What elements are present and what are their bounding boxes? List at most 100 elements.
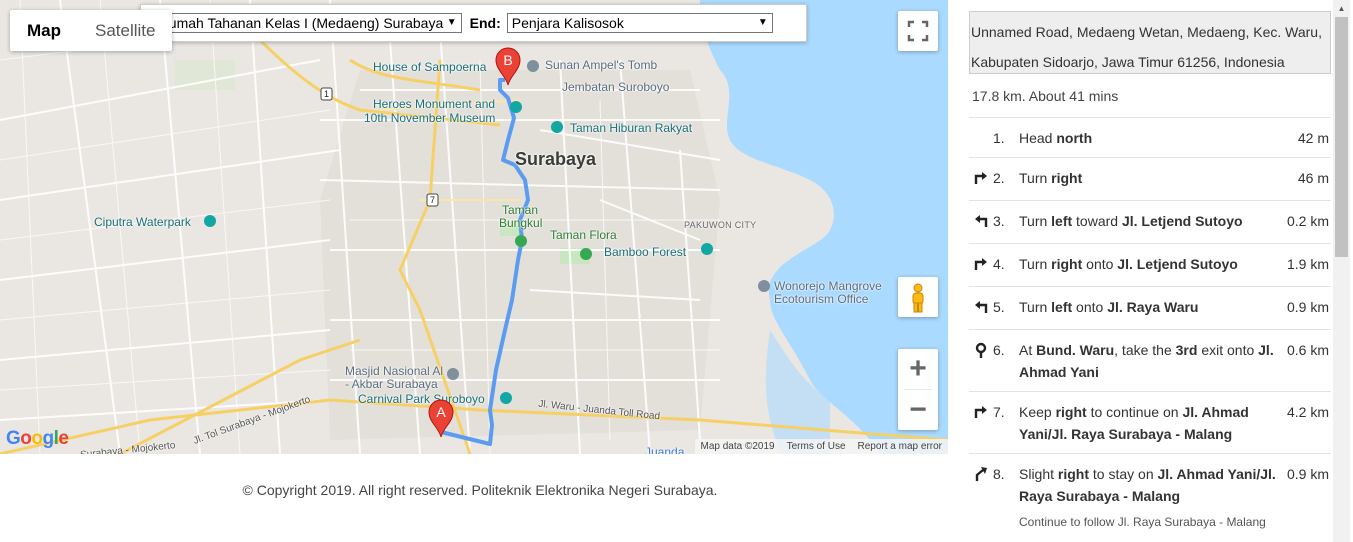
step-number: 6. <box>993 329 1019 392</box>
map-type-control: Map Satellite <box>10 10 173 51</box>
step-instruction: Slight right to stay on Jl. Ahmad Yani/J… <box>1019 453 1281 541</box>
step-instruction: Head north <box>1019 117 1281 158</box>
logo-letter: e <box>58 428 69 449</box>
poi-label-taman-flora[interactable]: Taman Flora <box>550 228 617 242</box>
step-instruction: Keep right to continue on Jl. Ahmad Yani… <box>1019 391 1281 454</box>
scroll-up-arrow-icon[interactable]: ▲ <box>1333 0 1350 17</box>
step-note: Continue to follow Jl. Raya Surabaya - M… <box>1019 515 1266 529</box>
start-select[interactable]: Rumah Tahanan Kelas I (Medaeng) Surabaya… <box>153 13 462 33</box>
map-canvas[interactable]: 1 7 House of Sampoerna Sunan Ampel's Tom… <box>0 0 948 454</box>
map-type-satellite-tab[interactable]: Satellite <box>78 10 172 51</box>
step-number: 4. <box>993 243 1019 287</box>
roundabout-icon <box>975 342 987 358</box>
step-distance: 46 m <box>1281 157 1331 201</box>
step-number: 2. <box>993 157 1019 201</box>
step-icon-cell <box>969 200 993 244</box>
logo-letter: o <box>31 428 43 449</box>
poi-label-bamboo[interactable]: Bamboo Forest <box>604 245 686 259</box>
end-label: End: <box>469 15 501 31</box>
slight-right-icon <box>975 467 987 481</box>
step-distance: 0.2 km <box>1281 200 1331 244</box>
poi-label-taman-bungkul-2[interactable]: Bungkul <box>499 216 542 230</box>
fullscreen-button[interactable] <box>898 11 938 51</box>
step-instruction: Turn right <box>1019 157 1281 201</box>
street-view-pegman-button[interactable] <box>898 277 938 317</box>
poi-label-wonorejo-2[interactable]: Ecotourism Office <box>774 292 868 306</box>
step-icon-cell <box>969 157 993 201</box>
logo-letter: G <box>6 428 21 449</box>
map-data-credit: Map data ©2019 <box>700 441 775 452</box>
step-icon-cell <box>969 391 993 454</box>
poi-label-sunan-ampel[interactable]: Sunan Ampel's Tomb <box>545 58 657 72</box>
turn-right-icon <box>974 258 987 270</box>
map-type-map-tab[interactable]: Map <box>10 10 78 51</box>
turn-right-icon <box>974 172 987 184</box>
poi-label-taman-bungkul-1[interactable]: Taman <box>502 203 538 217</box>
poi-label-heroes-2[interactable]: 10th November Museum <box>364 111 495 125</box>
step-distance: 1.9 km <box>1281 243 1331 287</box>
turn-left-icon <box>975 301 988 313</box>
end-select-value: Penjara Kalisosok <box>511 15 624 31</box>
step-distance: 0.6 km <box>1281 329 1331 392</box>
step-icon-cell <box>969 453 993 541</box>
dropdown-arrow-icon: ▼ <box>757 17 768 28</box>
step-distance: 0.9 km <box>1281 286 1331 330</box>
direction-step[interactable]: 1. Head north 42 m <box>969 117 1331 158</box>
route-summary: 17.8 km. About 41 mins <box>972 88 1119 104</box>
direction-step[interactable]: 5. Turn left onto Jl. Raya Waru 0.9 km <box>969 286 1331 330</box>
poi-label-ciputra[interactable]: Ciputra Waterpark <box>94 215 191 229</box>
poi-label-wonorejo-1[interactable]: Wonorejo Mangrove <box>774 279 882 293</box>
start-select-value: Rumah Tahanan Kelas I (Medaeng) Surabaya <box>158 15 444 31</box>
step-instruction: Turn left onto Jl. Raya Waru <box>1019 286 1281 330</box>
directions-steps-table: 1. Head north 42 m 2. Turn right 46 m 3. Turn l… <box>969 117 1331 541</box>
step-instruction: At Bund. Waru, take the 3rd exit onto Jl… <box>1019 329 1281 392</box>
step-icon-cell <box>969 329 993 392</box>
poi-label-masjid-1[interactable]: Masjid Nasional Al <box>345 364 443 378</box>
marker-a-label: A <box>436 404 446 420</box>
route-shield-7: 7 <box>430 195 435 205</box>
logo-letter: g <box>42 428 55 449</box>
terms-of-use-link[interactable]: Terms of Use <box>781 439 852 454</box>
marker-a[interactable]: A <box>427 398 455 438</box>
google-logo[interactable]: Google <box>6 428 69 450</box>
zoom-control: + − <box>898 349 938 430</box>
route-shield-1: 1 <box>324 89 329 99</box>
direction-step[interactable]: 3. Turn left toward Jl. Letjend Sutoyo 0.2… <box>969 200 1331 244</box>
zoom-out-button[interactable]: − <box>898 390 938 430</box>
step-distance: 4.2 km <box>1281 391 1331 454</box>
map-attribution: Map data ©2019 Terms of Use Report a map… <box>694 439 948 454</box>
poi-label-house-sampoerna[interactable]: House of Sampoerna <box>373 60 486 74</box>
poi-label-taman-hiburan[interactable]: Taman Hiburan Rakyat <box>570 121 692 135</box>
step-number: 8. <box>993 453 1019 541</box>
route-selector-panel: : Rumah Tahanan Kelas I (Medaeng) Suraba… <box>140 4 807 42</box>
step-number: 1. <box>993 117 1019 158</box>
direction-step[interactable]: 7. Keep right to continue on Jl. Ahmad Ya… <box>969 391 1331 454</box>
scrollbar-thumb[interactable] <box>1335 17 1348 257</box>
direction-step[interactable]: 4. Turn right onto Jl. Letjend Sutoyo 1.9 … <box>969 243 1331 287</box>
end-select[interactable]: Penjara Kalisosok ▼ <box>506 13 773 33</box>
step-number: 7. <box>993 391 1019 454</box>
step-icon-cell <box>969 117 993 158</box>
direction-step[interactable]: 6. At Bund. Waru, take the 3rd exit onto … <box>969 329 1331 392</box>
turn-left-icon <box>975 215 988 227</box>
poi-label-carnival[interactable]: Carnival Park Suroboyo <box>358 392 485 406</box>
direction-step[interactable]: 8. Slight right to stay on Jl. Ahmad Yani… <box>969 453 1331 541</box>
report-map-error-link[interactable]: Report a map error <box>852 439 948 454</box>
step-number: 5. <box>993 286 1019 330</box>
step-icon-cell <box>969 243 993 287</box>
poi-label-jembatan[interactable]: Jembatan Suroboyo <box>562 80 669 94</box>
fullscreen-icon <box>907 20 929 42</box>
logo-letter: o <box>20 428 32 449</box>
area-label-juanda-bottom: Juanda <box>645 445 685 454</box>
step-icon-cell <box>969 286 993 330</box>
city-label-surabaya: Surabaya <box>515 149 597 169</box>
dropdown-arrow-icon: ▼ <box>446 17 457 28</box>
poi-label-masjid-2[interactable]: - Akbar Surabaya <box>345 377 438 391</box>
marker-b-label: B <box>503 52 512 68</box>
turn-right-icon <box>974 406 987 418</box>
poi-label-heroes-1[interactable]: Heroes Monument and <box>373 97 495 111</box>
step-instruction: Turn left toward Jl. Letjend Sutoyo <box>1019 200 1281 244</box>
zoom-in-button[interactable]: + <box>898 349 938 389</box>
marker-b[interactable]: B <box>494 46 522 86</box>
direction-step[interactable]: 2. Turn right 46 m <box>969 157 1331 201</box>
